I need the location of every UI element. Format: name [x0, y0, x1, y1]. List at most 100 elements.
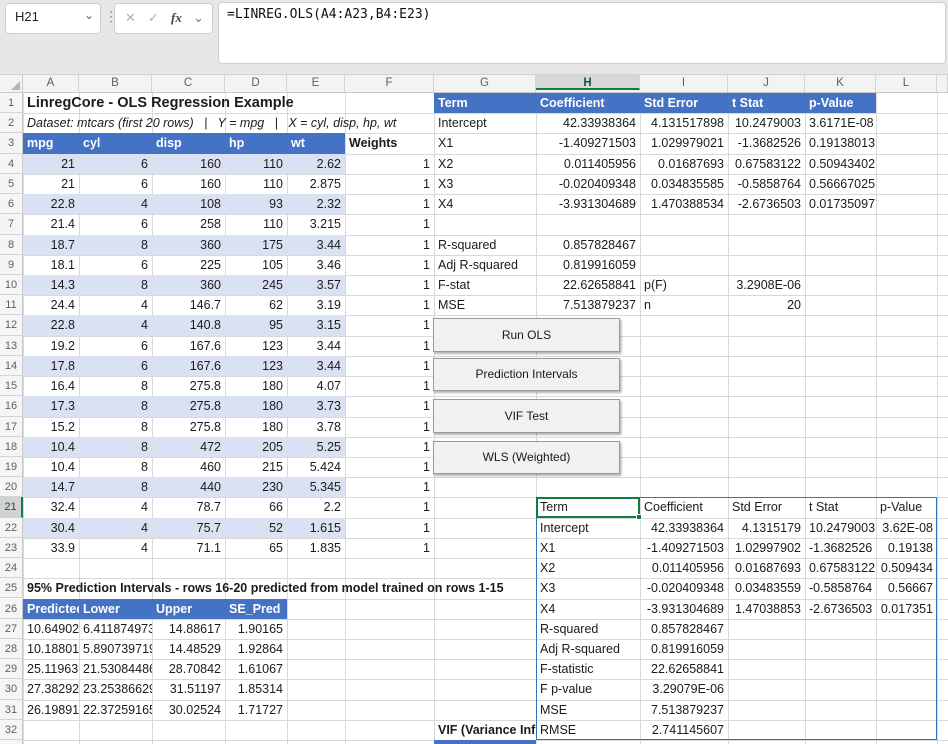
- cell-A18[interactable]: 10.4: [23, 437, 79, 457]
- coef-header-2[interactable]: Std Error: [640, 93, 728, 113]
- column-header-C[interactable]: C: [152, 75, 225, 92]
- row-header-partial[interactable]: [0, 740, 23, 744]
- cell-F15[interactable]: 1: [345, 376, 434, 396]
- cell-H26[interactable]: X4: [536, 599, 640, 619]
- cell-A5[interactable]: 21: [23, 174, 79, 194]
- cell-F17[interactable]: 1: [345, 417, 434, 437]
- vif-test-button[interactable]: VIF Test: [433, 399, 620, 433]
- prediction-header-3[interactable]: SE_Pred: [225, 599, 287, 619]
- cell-I25[interactable]: -0.020409348: [640, 578, 728, 598]
- cell-K23[interactable]: -1.3682526: [805, 538, 876, 558]
- cell-E15[interactable]: 4.07: [287, 376, 345, 396]
- cell-J11[interactable]: 20: [728, 295, 805, 315]
- chevron-down-icon[interactable]: ⌄: [84, 8, 94, 22]
- column-header-H[interactable]: H: [536, 75, 640, 90]
- column-header-disp[interactable]: disp: [152, 133, 225, 153]
- cell-F11[interactable]: 1: [345, 295, 434, 315]
- cell-C13[interactable]: 167.6: [152, 336, 225, 356]
- cell-A16[interactable]: 17.3: [23, 396, 79, 416]
- cell-B21[interactable]: 4: [79, 497, 152, 517]
- cell-B13[interactable]: 6: [79, 336, 152, 356]
- cell-C29[interactable]: 28.70842: [152, 659, 225, 679]
- cell-G3[interactable]: X1: [434, 133, 536, 153]
- coef-header-0[interactable]: Term: [434, 93, 536, 113]
- cell-D21[interactable]: 66: [225, 497, 287, 517]
- cell-A8[interactable]: 18.7: [23, 235, 79, 255]
- cell-H30[interactable]: F p-value: [536, 679, 640, 699]
- cell-C22[interactable]: 75.7: [152, 518, 225, 538]
- cell-I31[interactable]: 7.513879237: [640, 700, 728, 720]
- cell-D22[interactable]: 52: [225, 518, 287, 538]
- cell-K2[interactable]: 3.6171E-08: [805, 113, 876, 133]
- cell-A12[interactable]: 22.8: [23, 315, 79, 335]
- cell-L23[interactable]: 0.19138: [876, 538, 937, 558]
- row-header-18[interactable]: 18: [0, 437, 23, 457]
- cell-E18[interactable]: 5.25: [287, 437, 345, 457]
- row-header-22[interactable]: 22: [0, 518, 23, 538]
- column-header-mpg[interactable]: mpg: [23, 133, 79, 153]
- row-header-16[interactable]: 16: [0, 396, 23, 416]
- cell-C23[interactable]: 71.1: [152, 538, 225, 558]
- cell-F9[interactable]: 1: [345, 255, 434, 275]
- row-header-9[interactable]: 9: [0, 255, 23, 275]
- column-header-L[interactable]: L: [876, 75, 937, 92]
- cell-F14[interactable]: 1: [345, 356, 434, 376]
- cell-I22[interactable]: 42.33938364: [640, 518, 728, 538]
- cell-F7[interactable]: 1: [345, 214, 434, 234]
- cell-I27[interactable]: 0.857828467: [640, 619, 728, 639]
- formula-bar[interactable]: =LINREG.OLS(A4:A23,B4:E23): [218, 2, 946, 64]
- cell-C18[interactable]: 472: [152, 437, 225, 457]
- enter-icon[interactable]: ✓: [148, 10, 159, 26]
- row-header-1[interactable]: 1: [0, 93, 23, 113]
- cell-B17[interactable]: 8: [79, 417, 152, 437]
- cell-C11[interactable]: 146.7: [152, 295, 225, 315]
- cell-B11[interactable]: 4: [79, 295, 152, 315]
- cell-F20[interactable]: 1: [345, 477, 434, 497]
- row-header-15[interactable]: 15: [0, 376, 23, 396]
- cell-G8[interactable]: R-squared: [434, 235, 536, 255]
- cell-B6[interactable]: 4: [79, 194, 152, 214]
- cell-C21[interactable]: 78.7: [152, 497, 225, 517]
- cell-D19[interactable]: 215: [225, 457, 287, 477]
- cell-C30[interactable]: 31.51197: [152, 679, 225, 699]
- cell-E4[interactable]: 2.62: [287, 154, 345, 174]
- cell-I23[interactable]: -1.409271503: [640, 538, 728, 558]
- cell-C4[interactable]: 160: [152, 154, 225, 174]
- cell-A28[interactable]: 10.18801: [23, 639, 79, 659]
- results-header-3[interactable]: t Stat: [805, 497, 876, 517]
- coef-header-1[interactable]: Coefficient: [536, 93, 640, 113]
- prediction-intervals-button[interactable]: Prediction Intervals: [433, 358, 620, 392]
- cell-D29[interactable]: 1.61067: [225, 659, 287, 679]
- row-header-7[interactable]: 7: [0, 214, 23, 234]
- cell-H24[interactable]: X2: [536, 558, 640, 578]
- cell-C31[interactable]: 30.02524: [152, 700, 225, 720]
- cell-F4[interactable]: 1: [345, 154, 434, 174]
- cell-K4[interactable]: 0.50943402: [805, 154, 876, 174]
- cell-B5[interactable]: 6: [79, 174, 152, 194]
- cell-A21[interactable]: 32.4: [23, 497, 79, 517]
- cell-A30[interactable]: 27.38292: [23, 679, 79, 699]
- column-header-D[interactable]: D: [225, 75, 287, 92]
- cell-I29[interactable]: 22.62658841: [640, 659, 728, 679]
- cell-L22[interactable]: 3.62E-08: [876, 518, 937, 538]
- cell-B8[interactable]: 8: [79, 235, 152, 255]
- cell-F18[interactable]: 1: [345, 437, 434, 457]
- cell-F8[interactable]: 1: [345, 235, 434, 255]
- cell-J26[interactable]: 1.47038853: [728, 599, 805, 619]
- cell-E21[interactable]: 2.2: [287, 497, 345, 517]
- cell-A20[interactable]: 14.7: [23, 477, 79, 497]
- cell-B18[interactable]: 8: [79, 437, 152, 457]
- cell-H27[interactable]: R-squared: [536, 619, 640, 639]
- cell-A4[interactable]: 21: [23, 154, 79, 174]
- cell-K24[interactable]: 0.67583122: [805, 558, 876, 578]
- results-header-1[interactable]: Coefficient: [640, 497, 728, 517]
- cell-H6[interactable]: -3.931304689: [536, 194, 640, 214]
- column-header-weights[interactable]: Weights: [345, 133, 434, 153]
- cell-H25[interactable]: X3: [536, 578, 640, 598]
- cell-D31[interactable]: 1.71727: [225, 700, 287, 720]
- cell-F21[interactable]: 1: [345, 497, 434, 517]
- cell-G9[interactable]: Adj R-squared: [434, 255, 536, 275]
- cell-I2[interactable]: 4.131517898: [640, 113, 728, 133]
- cell-C14[interactable]: 167.6: [152, 356, 225, 376]
- insert-function-icon[interactable]: fx: [171, 10, 182, 26]
